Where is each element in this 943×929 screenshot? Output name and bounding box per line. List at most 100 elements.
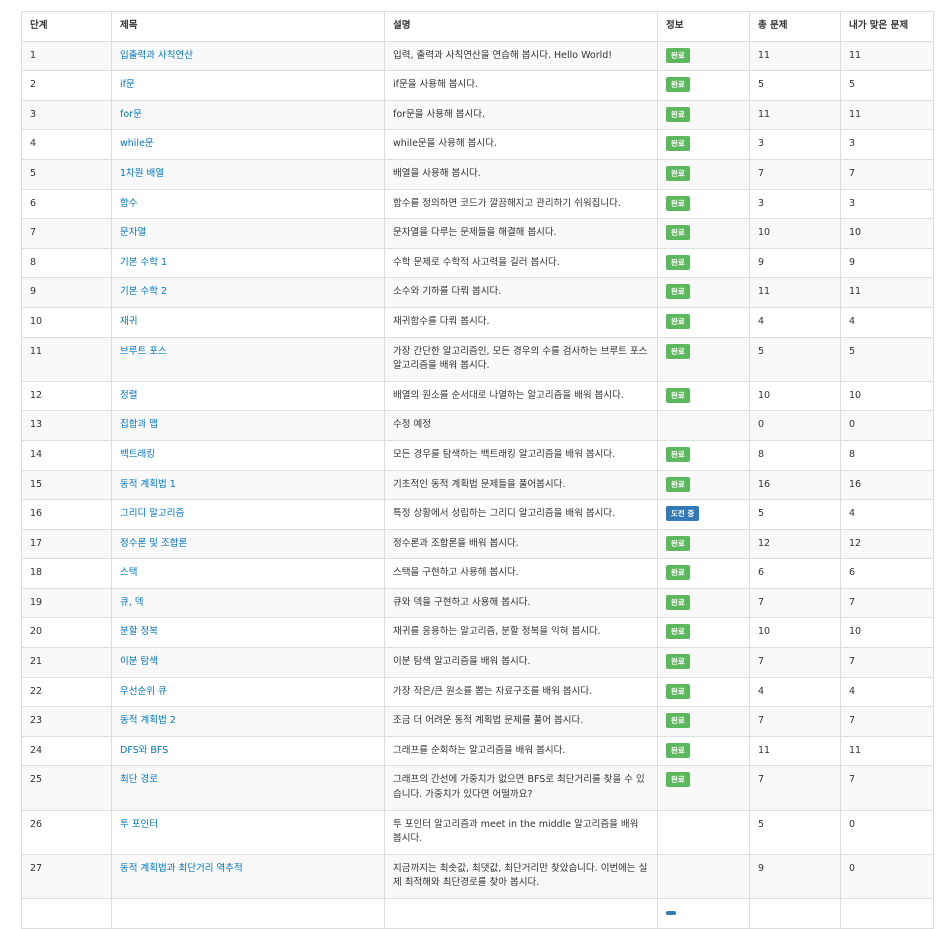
step-info-cell: 완료 [657,188,750,220]
step-title-link[interactable]: 입출력과 사칙연산 [120,50,193,61]
step-title-cell: while문 [111,129,385,160]
step-number: 20 [21,617,112,649]
table-row: 15 동적 계획법 1 기초적인 동적 계획법 문제들을 풀어봅시다. 완료 16 16 [21,469,934,501]
solved-problems: 10 [840,617,934,649]
step-title-link[interactable]: 큐, 덱 [120,597,144,608]
step-description: 특정 상황에서 성립하는 그리디 알고리즘을 배워 봅시다. [384,499,658,530]
step-title-link[interactable]: 문자열 [120,227,146,238]
table-row: 8 기본 수학 1 수학 문제로 수학적 사고력을 길러 봅시다. 완료 9 9 [21,247,934,279]
step-title-link[interactable]: 브루트 포스 [120,346,167,357]
step-title-link[interactable]: 최단 경로 [120,774,158,785]
step-info-cell: 완료 [657,528,750,560]
table-row: 26 투 포인터 투 포인터 알고리즘과 meet in the middle 알고… [21,809,934,855]
step-title-link[interactable]: 정수론 및 조합론 [120,538,187,549]
total-problems: 5 [749,809,841,855]
solved-problems: 9 [840,247,934,279]
step-title-cell: 정수론 및 조합론 [111,528,385,560]
step-title-link[interactable]: 기본 수학 1 [120,257,167,268]
table-row: 21 이분 탐색 이분 탐색 알고리즘을 배워 봅시다. 완료 7 7 [21,647,934,678]
status-badge: 완료 [666,535,690,551]
step-number: 2 [21,70,112,101]
step-title-link[interactable]: 기본 수학 2 [120,286,167,297]
total-problems: 11 [749,277,841,308]
solved-problems: 10 [840,380,934,412]
step-number: 16 [21,499,112,530]
step-description: 배열을 사용해 봅시다. [384,158,658,190]
step-title-cell: 이분 탐색 [111,647,385,678]
table-row: 25 최단 경로 그래프의 간선에 가중치가 없으면 BFS로 최단거리를 찾을 수… [21,765,934,811]
step-title-link[interactable]: 우선순위 큐 [120,686,167,697]
total-problems: 7 [749,647,841,678]
step-title-link[interactable]: 1차원 배열 [120,168,164,179]
header-solved: 내가 맞은 문제 [840,11,934,42]
step-number: 11 [21,336,112,382]
header-total: 총 문제 [749,11,841,42]
total-problems: 4 [749,676,841,708]
step-title-link[interactable]: for문 [120,109,142,120]
solved-problems: 5 [840,336,934,382]
total-problems: 9 [749,853,841,900]
table-row: 10 재귀 재귀함수를 다뤄 봅시다. 완료 4 4 [21,306,934,338]
step-title-cell: 그리디 알고리즘 [111,499,385,530]
step-title-cell: 최단 경로 [111,765,385,811]
step-title-cell: 문자열 [111,218,385,249]
total-problems: 6 [749,558,841,589]
total-problems: 16 [749,469,841,501]
header-row: 단계 제목 설명 정보 총 문제 내가 맞은 문제 [21,11,934,42]
solved-problems: 12 [840,528,934,560]
status-badge: 완료 [666,136,690,152]
solved-problems: 7 [840,158,934,190]
step-number: 6 [21,188,112,220]
step-description: while문을 사용해 봅시다. [384,129,658,160]
step-title-link[interactable]: 백트래킹 [120,449,155,460]
step-number: 17 [21,528,112,560]
step-title-link[interactable]: 재귀 [120,316,137,327]
step-description: 큐와 덱을 구현하고 사용해 봅시다. [384,587,658,619]
status-badge: 완료 [666,313,690,329]
status-badge: 완료 [666,654,690,670]
step-title-link[interactable]: 스택 [120,567,137,578]
step-number: 25 [21,765,112,811]
step-title-link[interactable]: 분할 정복 [120,626,158,637]
step-title-link[interactable]: 동적 계획법과 최단거리 역추적 [120,863,243,874]
step-title-link[interactable]: DFS와 BFS [120,745,168,756]
step-title-link[interactable]: 그리디 알고리즘 [120,508,184,519]
status-badge: 완료 [666,742,690,758]
step-title-link[interactable]: 투 포인터 [120,819,158,830]
solved-problems: 11 [840,735,934,767]
total-problems: 7 [749,587,841,619]
solved-problems: 11 [840,277,934,308]
total-problems: 7 [749,706,841,737]
step-number: 1 [21,40,112,72]
step-info-cell: 완료 [657,439,750,471]
solved-problems: 0 [840,410,934,441]
step-title-link[interactable]: 동적 계획법 2 [120,715,176,726]
step-description: 기초적인 동적 계획법 문제들을 풀어봅시다. [384,469,658,501]
step-info-cell: 완료 [657,558,750,589]
solved-problems: 7 [840,765,934,811]
step-number: 5 [21,158,112,190]
step-title-link[interactable]: if문 [120,79,135,90]
step-title-link[interactable]: while문 [120,138,154,149]
step-title-link[interactable]: 이분 탐색 [120,656,158,667]
step-title-link[interactable]: 정렬 [120,390,137,401]
step-title-link[interactable]: 함수 [120,198,137,209]
step-title-cell: 집합과 맵 [111,410,385,441]
step-title-cell: 함수 [111,188,385,220]
solved-problems: 11 [840,40,934,72]
status-badge: 완료 [666,165,690,181]
step-title-link[interactable]: 집합과 맵 [120,419,158,430]
step-description: 재귀를 응용하는 알고리즘, 분할 정복을 익혀 봅시다. [384,617,658,649]
step-number: 7 [21,218,112,249]
step-info-cell: 완료 [657,158,750,190]
step-title-cell: 큐, 덱 [111,587,385,619]
step-info-cell: 완료 [657,218,750,249]
total-problems: 7 [749,158,841,190]
step-description: 투 포인터 알고리즘과 meet in the middle 알고리즘을 배워 … [384,809,658,855]
step-title-cell: 기본 수학 1 [111,247,385,279]
table-row: 22 우선순위 큐 가장 작은/큰 원소를 뽑는 자료구조를 배워 봅시다. 완료 4 4 [21,676,934,708]
table-row: 3 for문 for문을 사용해 봅시다. 완료 11 11 [21,99,934,131]
step-title-cell: if문 [111,70,385,101]
total-problems [749,898,841,929]
step-title-link[interactable]: 동적 계획법 1 [120,479,176,490]
